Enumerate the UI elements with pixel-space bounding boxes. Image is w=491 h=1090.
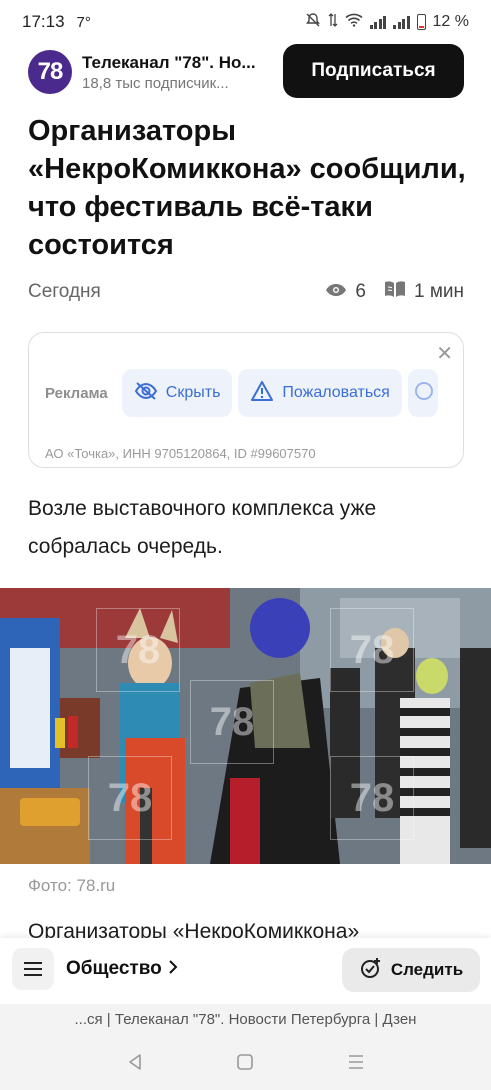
article-title: Организаторы «НекроКомиккона» сообщили, … (28, 115, 466, 261)
status-temperature: 7° (76, 13, 91, 31)
read-time: 1 мин (413, 281, 464, 302)
watermark: 78 (190, 680, 274, 764)
watermark: 78 (88, 756, 172, 840)
ad-label: Реклама (45, 384, 108, 402)
mute-icon (305, 12, 321, 33)
ad-report-button[interactable]: Пожаловаться (238, 369, 402, 417)
views-count: 6 (355, 281, 366, 302)
signal-icon-2 (393, 15, 410, 29)
ad-legal-text: АО «Точка», ИНН 9705120864, ID #99607570 (45, 446, 316, 461)
rubric-label: Общество (66, 958, 162, 979)
status-left: 17:13 7° (22, 12, 91, 32)
rubric-link[interactable]: Общество (66, 958, 178, 980)
watermark: 78 (96, 608, 180, 692)
battery-percent: 12 % (432, 13, 469, 30)
data-transfer-icon (328, 12, 338, 33)
status-right: 12 % (305, 12, 469, 33)
eye-icon (325, 281, 347, 303)
ad-info-button[interactable] (407, 369, 438, 417)
warning-icon (250, 380, 274, 407)
watermark: 78 (330, 608, 414, 692)
eye-off-icon (134, 381, 158, 406)
battery-icon (416, 14, 426, 30)
ad-block: ✕ Реклама Скрыть Пожаловаться АО «Точка»… (28, 332, 464, 468)
ad-close-icon[interactable]: ✕ (436, 341, 453, 366)
rubric-group: Общество (12, 948, 178, 990)
system-nav-bar (0, 1034, 491, 1090)
article-photo[interactable]: 78 78 78 78 78 (0, 588, 491, 864)
book-icon (384, 280, 406, 304)
ad-hide-label: Скрыть (165, 384, 221, 401)
channel-avatar[interactable]: 78 (28, 50, 72, 94)
views-stat: 6 (325, 281, 366, 303)
wifi-icon (344, 13, 363, 32)
channel-name[interactable]: Телеканал "78". Но... (82, 53, 262, 73)
meta-stats: 6 1 мин (325, 280, 464, 304)
article-meta: Сегодня 6 1 мин (28, 280, 464, 304)
url-bar[interactable]: ...ся | Телеканал "78". Новости Петербур… (0, 1004, 491, 1034)
recents-icon[interactable] (341, 1047, 371, 1077)
follow-icon (359, 956, 383, 985)
follow-button[interactable]: Следить (342, 948, 480, 992)
channel-subscribers: 18,8 тыс подписчик... (82, 74, 229, 92)
ad-actions: Реклама Скрыть Пожаловаться (29, 369, 438, 417)
back-icon[interactable] (120, 1047, 150, 1077)
status-time: 17:13 (22, 12, 65, 31)
bottom-bar: Общество Следить (0, 938, 491, 1004)
ad-report-label: Пожаловаться (282, 384, 390, 401)
menu-icon[interactable] (12, 948, 54, 990)
home-icon[interactable] (230, 1047, 260, 1077)
photo-caption: Фото: 78.ru (28, 876, 116, 895)
info-icon (414, 381, 434, 406)
channel-header: 78 Телеканал "78". Но... 18,8 тыс подпис… (0, 44, 491, 100)
article-date: Сегодня (28, 281, 101, 302)
article-paragraph-2: Организаторы «НекроКомиккона» (28, 920, 360, 940)
article-paragraph: Возле выставочного комплекса уже собрала… (28, 497, 377, 558)
follow-label: Следить (390, 960, 464, 979)
read-time-stat: 1 мин (384, 280, 464, 304)
signal-icon (369, 15, 387, 29)
status-bar: 17:13 7° 12 % (0, 0, 491, 44)
ad-hide-button[interactable]: Скрыть (121, 369, 233, 417)
channel-info[interactable]: Телеканал "78". Но... 18,8 тыс подписчик… (82, 53, 262, 92)
chevron-right-icon (168, 958, 178, 980)
subscribe-button[interactable]: Подписаться (283, 44, 464, 98)
watermark: 78 (330, 756, 414, 840)
